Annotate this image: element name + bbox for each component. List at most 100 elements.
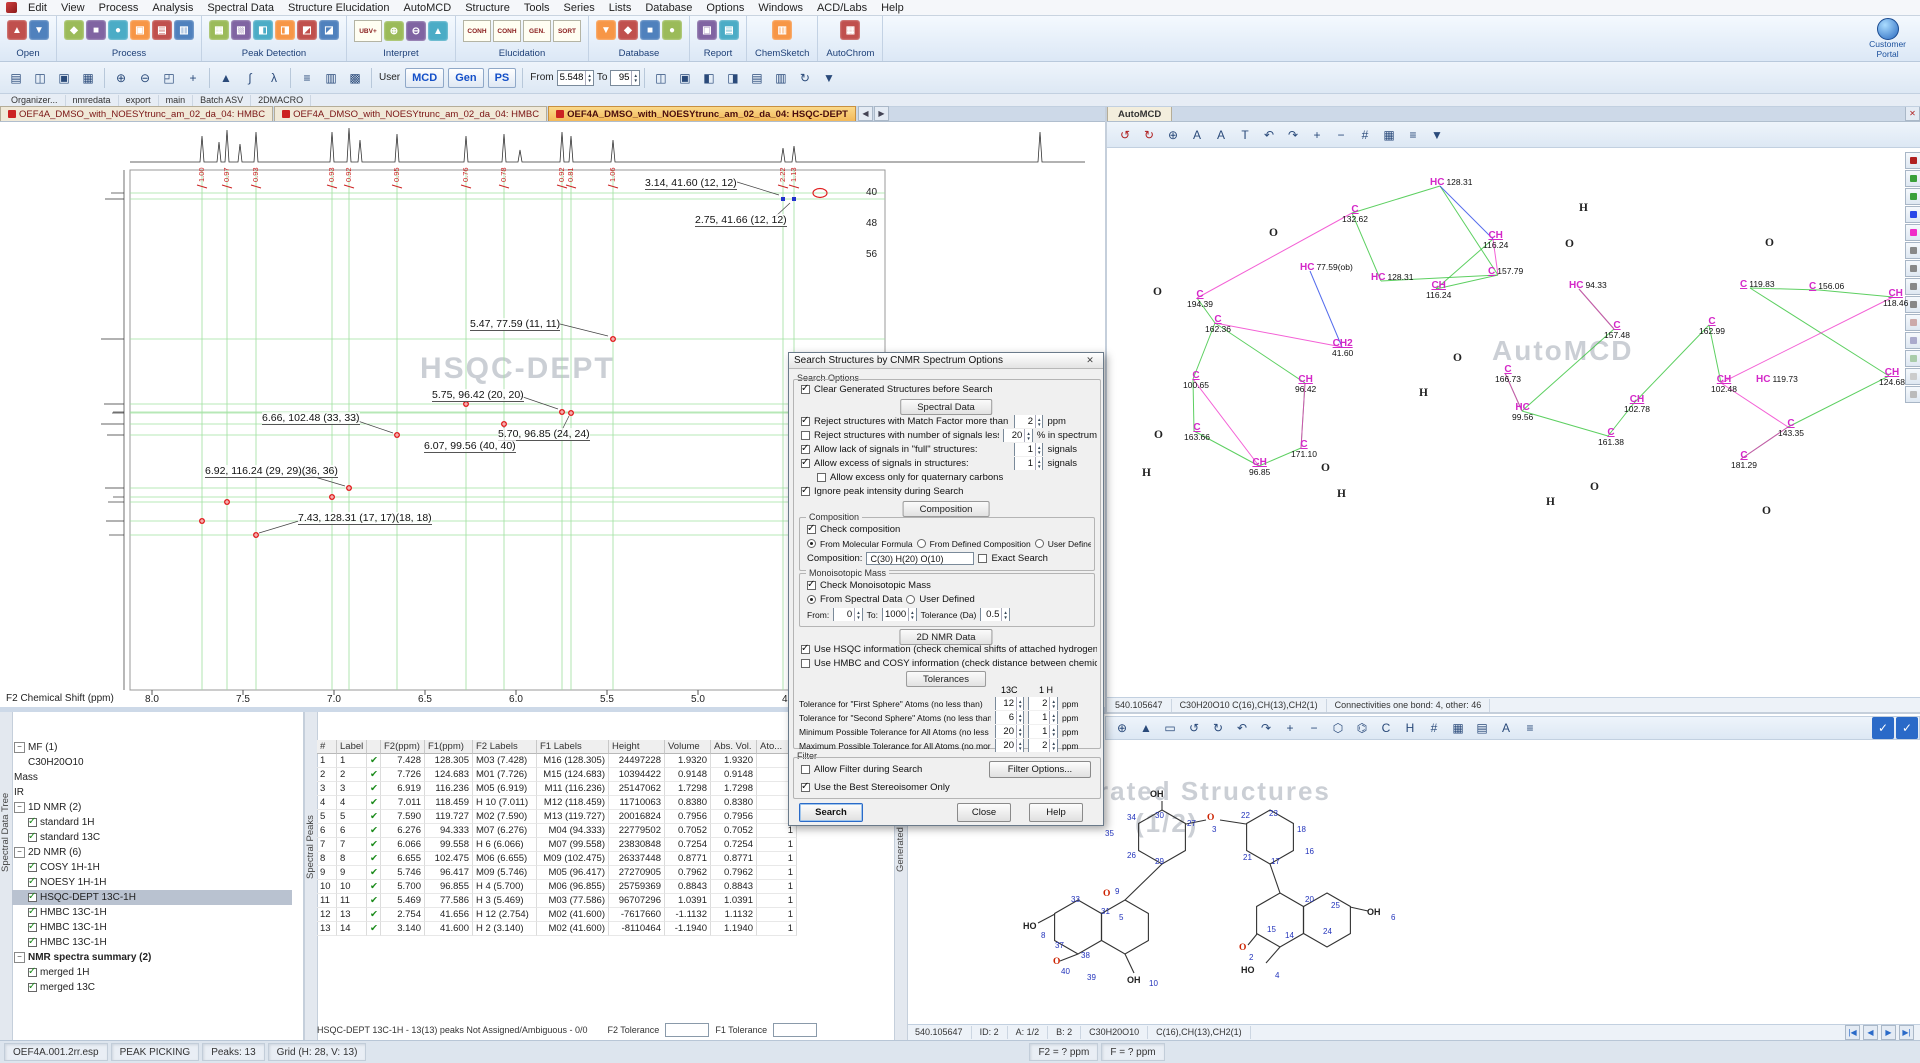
prev-structure-icon[interactable]: ◀ [1863, 1025, 1878, 1040]
mcd-atom-h-25[interactable]: H [1419, 388, 1428, 400]
document-tab-1[interactable]: OEF4A_DMSO_with_NOESYtrunc_am_02_da_04: … [0, 106, 273, 121]
mcd-atom-c-157-48[interactable]: C157.48 [1604, 321, 1630, 340]
print-icon[interactable]: ▦ [77, 67, 99, 89]
composition-radio-1[interactable] [807, 539, 816, 548]
table-row[interactable]: 1213✔2.75441.656H 12 (2.754)M02 (41.600)… [317, 908, 797, 922]
peak-table-icon[interactable]: ◩ [297, 20, 317, 40]
macro-button-batch-asv[interactable]: Batch ASV [193, 95, 251, 106]
mcd-atom-c-194-39[interactable]: C194.39 [1187, 290, 1213, 309]
spectral-checkbox-2[interactable] [801, 431, 810, 440]
cascade-windows-icon[interactable]: ▣ [674, 67, 696, 89]
table-view-icon[interactable]: ▩ [344, 67, 366, 89]
verify-icon[interactable]: ▲ [428, 21, 448, 41]
mcd-atom-o-43[interactable]: O [1762, 506, 1771, 518]
first-structure-icon[interactable]: |◀ [1845, 1025, 1860, 1040]
spin-arrows[interactable]: ▲▼ [1035, 443, 1042, 456]
mcd-atom-c-162-99[interactable]: C162.99 [1699, 317, 1725, 336]
table-row[interactable]: 22✔7.726124.683M01 (7.726)M15 (124.683)1… [317, 768, 797, 782]
table-row[interactable]: 1111✔5.46977.586H 3 (5.469)M03 (77.586)9… [317, 894, 797, 908]
spin-arrows[interactable]: ▲▼ [908, 608, 915, 621]
integration-icon[interactable]: ◧ [253, 20, 273, 40]
tree-checkbox[interactable] [28, 833, 37, 842]
document-tab-3[interactable]: OEF4A_DMSO_with_NOESYtrunc_am_02_da_04: … [548, 106, 856, 121]
tolerance-13c-spinner-3[interactable]: 20▲▼ [995, 725, 1024, 738]
spin-arrows[interactable]: ▲▼ [1024, 429, 1031, 442]
spin-arrows[interactable]: ▲▼ [631, 71, 638, 85]
composition-input[interactable]: C(30) H(20) O(10) [866, 552, 974, 565]
assign-icon[interactable]: ⊖ [406, 21, 426, 41]
options-icon[interactable]: ▼ [818, 67, 840, 89]
settings-icon[interactable]: ≡ [1519, 717, 1541, 739]
add-icon[interactable]: + [1279, 717, 1301, 739]
chemsketch-icon[interactable]: ▥ [772, 20, 792, 40]
column-header-f2-labels[interactable]: F2 Labels [473, 740, 537, 754]
spin-arrows[interactable]: ▲▼ [1049, 711, 1056, 724]
new-window-icon[interactable]: ▤ [746, 67, 768, 89]
tree-item-mf-1[interactable]: −MF (1) [12, 740, 292, 755]
macro-button-export[interactable]: export [119, 95, 159, 106]
menu-item-lists[interactable]: Lists [602, 1, 639, 15]
menu-item-analysis[interactable]: Analysis [145, 1, 200, 15]
tree-expand-icon[interactable]: − [14, 847, 25, 858]
table-row[interactable]: 77✔6.06699.558H 6 (6.066)M07 (99.558)238… [317, 838, 797, 852]
tree-item-standard-13c[interactable]: standard 13C [12, 830, 292, 845]
column-header-height[interactable]: Height [609, 740, 665, 754]
gen-button[interactable]: Gen [448, 68, 483, 88]
tree-item-hsqc-dept-13c-1h[interactable]: HSQC-DEPT 13C-1H [12, 890, 292, 905]
mcd-atom-hc-99-56[interactable]: HC99.56 [1512, 403, 1533, 422]
rotate-cw-icon[interactable]: ↷ [1255, 717, 1277, 739]
ring-icon[interactable]: ⬡ [1327, 717, 1349, 739]
spin-arrows[interactable]: ▲▼ [1001, 608, 1008, 621]
menu-item-tools[interactable]: Tools [517, 1, 557, 15]
mcd-atom-hc-94-33[interactable]: HC94.33 [1569, 281, 1607, 291]
refresh-icon[interactable]: ↻ [794, 67, 816, 89]
table-row[interactable]: 1010✔5.70096.855H 4 (5.700)M06 (96.855)2… [317, 880, 797, 894]
menu-item-series[interactable]: Series [557, 1, 602, 15]
split-horizontal-icon[interactable]: ◧ [698, 67, 720, 89]
db-search-icon[interactable]: ▼ [596, 20, 616, 40]
fourier-icon[interactable]: ◆ [64, 20, 84, 40]
sort-icon[interactable]: SORT [553, 20, 581, 42]
table-row[interactable]: 88✔6.655102.475M06 (6.655)M09 (102.475)2… [317, 852, 797, 866]
tree-item-1d-nmr-2[interactable]: −1D NMR (2) [12, 800, 292, 815]
baseline-icon[interactable]: ● [108, 20, 128, 40]
mcd-atom-h-37[interactable]: H [1142, 468, 1151, 480]
column-header-f1-labels[interactable]: F1 Labels [537, 740, 609, 754]
mcd-atom-o-35[interactable]: O [1154, 430, 1163, 442]
allow-filter-checkbox[interactable] [801, 765, 810, 774]
peak-by-peak-icon[interactable]: ▧ [231, 20, 251, 40]
tree-item-hmbc-13c-1h[interactable]: HMBC 13C-1H [12, 935, 292, 950]
mcd-atom-h-40[interactable]: H [1337, 489, 1346, 501]
layout-icon[interactable]: ▤ [1471, 717, 1493, 739]
tree-checkbox[interactable] [28, 938, 37, 947]
mcd-atom-hc-128-31[interactable]: HC128.31 [1371, 273, 1413, 283]
column-header-flag[interactable] [367, 740, 381, 754]
tree-item-ir[interactable]: IR [12, 785, 292, 800]
gen-icon[interactable]: GEN. [523, 20, 551, 42]
mcd-atom-o-5[interactable]: O [1565, 239, 1574, 251]
customer-portal-button[interactable]: CustomerPortal [1855, 16, 1920, 61]
menu-item-options[interactable]: Options [699, 1, 751, 15]
mcd-atom-c-171-10[interactable]: C171.10 [1291, 440, 1317, 459]
exact-search-checkbox[interactable] [978, 554, 987, 563]
tree-expand-icon[interactable]: − [14, 802, 25, 813]
phase-icon[interactable]: ■ [86, 20, 106, 40]
tile-windows-icon[interactable]: ◫ [650, 67, 672, 89]
open-recent-icon[interactable]: ▼ [29, 20, 49, 40]
select-icon[interactable]: ▲ [1135, 717, 1157, 739]
zoom-in-icon[interactable]: ⊕ [110, 67, 132, 89]
tree-expand-icon[interactable]: − [14, 952, 25, 963]
spectral-checkbox-1[interactable] [801, 417, 810, 426]
stacked-view-icon[interactable]: ▥ [320, 67, 342, 89]
table-row[interactable]: 33✔6.919116.236M05 (6.919)M11 (116.236)2… [317, 782, 797, 796]
spin-arrows[interactable]: ▲▼ [1049, 725, 1056, 738]
mcd-atom-c-157-79[interactable]: C157.79 [1488, 267, 1523, 277]
mono-radio-1[interactable] [807, 595, 816, 604]
tree-checkbox[interactable] [28, 983, 37, 992]
use-hsqc-checkbox[interactable] [801, 645, 810, 654]
multiplet-icon[interactable]: ◨ [275, 20, 295, 40]
menu-item-help[interactable]: Help [874, 1, 911, 15]
ruler-icon[interactable]: ≡ [296, 67, 318, 89]
mcd-atom-o-6[interactable]: O [1765, 238, 1774, 250]
from-spinner[interactable]: 5.548▲▼ [557, 70, 594, 86]
